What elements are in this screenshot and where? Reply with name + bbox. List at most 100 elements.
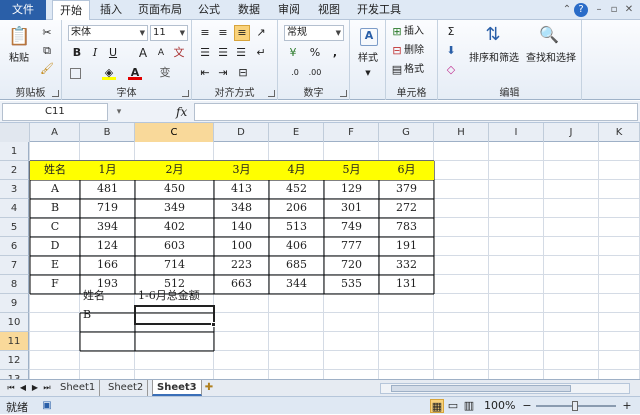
- worksheet-grid[interactable]: 123456789101112131415 姓名1月2月3月4月5月6月 A48…: [0, 142, 640, 379]
- clear-icon[interactable]: ◇: [444, 63, 458, 77]
- number-expand-icon[interactable]: [340, 90, 347, 97]
- scrollbar-thumb[interactable]: [391, 385, 571, 392]
- find-select-icon[interactable]: 🔍: [538, 24, 560, 46]
- shrink-font-icon[interactable]: A: [154, 46, 168, 60]
- table-cell[interactable]: 272: [379, 199, 434, 218]
- help-icon[interactable]: ?: [574, 3, 588, 17]
- table-header-cell[interactable]: 1月: [80, 161, 135, 180]
- table-cell[interactable]: 481: [80, 180, 135, 199]
- sheet-tab-sheet2[interactable]: Sheet2: [104, 380, 149, 396]
- row-header[interactable]: 2: [0, 161, 29, 180]
- table-cell[interactable]: A: [30, 180, 80, 199]
- table-cell[interactable]: 332: [379, 256, 434, 275]
- row-header[interactable]: 13: [0, 370, 29, 379]
- comma-style-icon[interactable]: ,: [328, 46, 342, 60]
- orientation-icon[interactable]: ↗: [254, 26, 268, 40]
- column-header-i[interactable]: I: [489, 123, 544, 142]
- italic-icon[interactable]: I: [88, 46, 102, 60]
- table-header-cell[interactable]: 姓名: [30, 161, 80, 180]
- align-center-icon[interactable]: ☰: [216, 46, 230, 60]
- row-header[interactable]: 8: [0, 275, 29, 294]
- tab-page-layout[interactable]: 页面布局: [134, 0, 186, 20]
- clipboard-expand-icon[interactable]: [52, 90, 59, 97]
- table-cell[interactable]: 685: [269, 256, 324, 275]
- table-cell[interactable]: 513: [269, 218, 324, 237]
- phonetic-settings-icon[interactable]: 变: [158, 66, 172, 80]
- insert-button[interactable]: 插入: [404, 25, 436, 39]
- minimize-ribbon-icon[interactable]: ⌃: [560, 3, 574, 17]
- table-cell[interactable]: 663: [214, 275, 269, 294]
- lookup-header-name[interactable]: 姓名: [80, 287, 135, 306]
- increase-indent-icon[interactable]: ⇥: [216, 66, 230, 80]
- table-cell[interactable]: 124: [80, 237, 135, 256]
- window-close-icon[interactable]: ✕: [622, 3, 636, 17]
- paste-button[interactable]: 粘贴: [4, 52, 34, 66]
- row-header[interactable]: 9: [0, 294, 29, 313]
- delete-icon[interactable]: ⊟: [390, 44, 404, 58]
- table-cell[interactable]: 402: [135, 218, 214, 237]
- table-cell[interactable]: 452: [269, 180, 324, 199]
- last-sheet-icon[interactable]: ⏭: [40, 381, 54, 395]
- table-cell[interactable]: 749: [324, 218, 379, 237]
- align-top-icon[interactable]: ≡: [198, 26, 212, 40]
- insert-function-icon[interactable]: fx: [176, 105, 187, 119]
- table-cell[interactable]: D: [30, 237, 80, 256]
- format-button[interactable]: 格式: [404, 63, 436, 77]
- table-cell[interactable]: 131: [379, 275, 434, 294]
- format-painter-icon[interactable]: 🖌: [40, 62, 54, 76]
- copy-icon[interactable]: ⧉: [40, 44, 54, 58]
- lookup-header-total[interactable]: 1-6月总金额: [135, 287, 214, 306]
- sort-filter-icon[interactable]: ⇅: [482, 24, 504, 46]
- window-restore-icon[interactable]: ▫: [607, 3, 621, 17]
- table-header-cell[interactable]: 4月: [269, 161, 324, 180]
- tab-formulas[interactable]: 公式: [192, 0, 226, 20]
- grow-font-icon[interactable]: A: [136, 46, 150, 60]
- merge-center-icon[interactable]: ⊟: [236, 66, 250, 80]
- column-header-h[interactable]: H: [434, 123, 489, 142]
- sort-filter-button[interactable]: 排序和筛选: [466, 52, 522, 66]
- paste-icon[interactable]: 📋: [8, 26, 30, 48]
- table-cell[interactable]: 379: [379, 180, 434, 199]
- zoom-in-icon[interactable]: +: [620, 399, 634, 413]
- table-cell[interactable]: 783: [379, 218, 434, 237]
- zoom-out-icon[interactable]: −: [520, 399, 534, 413]
- row-header[interactable]: 11: [0, 332, 29, 351]
- decrease-indent-icon[interactable]: ⇤: [198, 66, 212, 80]
- name-box[interactable]: C11: [2, 103, 108, 121]
- table-cell[interactable]: 166: [80, 256, 135, 275]
- macro-record-icon[interactable]: ▣: [40, 399, 54, 413]
- row-header[interactable]: 3: [0, 180, 29, 199]
- tab-data[interactable]: 数据: [232, 0, 266, 20]
- column-header-c[interactable]: C: [135, 123, 214, 142]
- font-color-icon[interactable]: A: [128, 66, 142, 80]
- font-name-combo[interactable]: 宋体 ▼: [68, 25, 148, 41]
- table-cell[interactable]: 406: [269, 237, 324, 256]
- new-sheet-icon[interactable]: ✚: [202, 381, 216, 395]
- row-header[interactable]: 12: [0, 351, 29, 370]
- number-format-combo[interactable]: 常规 ▼: [284, 25, 344, 41]
- window-minimize-icon[interactable]: –: [592, 3, 606, 17]
- row-header[interactable]: 4: [0, 199, 29, 218]
- column-header-g[interactable]: G: [379, 123, 434, 142]
- table-header-cell[interactable]: 6月: [379, 161, 434, 180]
- bold-icon[interactable]: B: [70, 46, 84, 60]
- table-cell[interactable]: 349: [135, 199, 214, 218]
- page-layout-view-icon[interactable]: ▭: [446, 399, 460, 413]
- fill-handle[interactable]: [211, 322, 216, 327]
- table-cell[interactable]: 100: [214, 237, 269, 256]
- table-header-cell[interactable]: 3月: [214, 161, 269, 180]
- chevron-down-icon[interactable]: ▾: [112, 105, 126, 119]
- normal-view-icon[interactable]: ▦: [430, 399, 444, 413]
- horizontal-scrollbar[interactable]: [380, 383, 630, 394]
- table-cell[interactable]: 394: [80, 218, 135, 237]
- percent-icon[interactable]: %: [308, 46, 322, 60]
- table-cell[interactable]: 777: [324, 237, 379, 256]
- currency-icon[interactable]: ¥: [286, 46, 300, 60]
- sheet-tab-sheet3[interactable]: Sheet3: [152, 380, 202, 396]
- tab-view[interactable]: 视图: [312, 0, 346, 20]
- tab-developer[interactable]: 开发工具: [352, 0, 406, 20]
- table-cell[interactable]: 535: [324, 275, 379, 294]
- styles-button[interactable]: 样式: [350, 52, 386, 66]
- table-cell[interactable]: 129: [324, 180, 379, 199]
- table-cell[interactable]: C: [30, 218, 80, 237]
